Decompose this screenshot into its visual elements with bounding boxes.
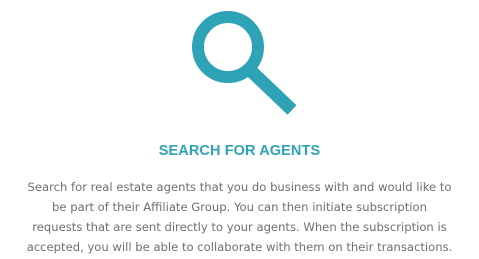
search-agents-feature: SEARCH FOR AGENTS Search for real estate… [0,0,479,259]
description-line: accepted, you will be able to collaborat… [26,240,453,254]
description-line: Search for real estate agents that you d… [27,180,452,194]
description-line: be part of their Affiliate Group. You ca… [52,200,427,214]
feature-title: SEARCH FOR AGENTS [158,143,321,159]
feature-description: Search for real estate agents that you d… [4,177,475,257]
search-icon [184,6,302,122]
description-line: requests that are sent directly to your … [32,220,447,234]
